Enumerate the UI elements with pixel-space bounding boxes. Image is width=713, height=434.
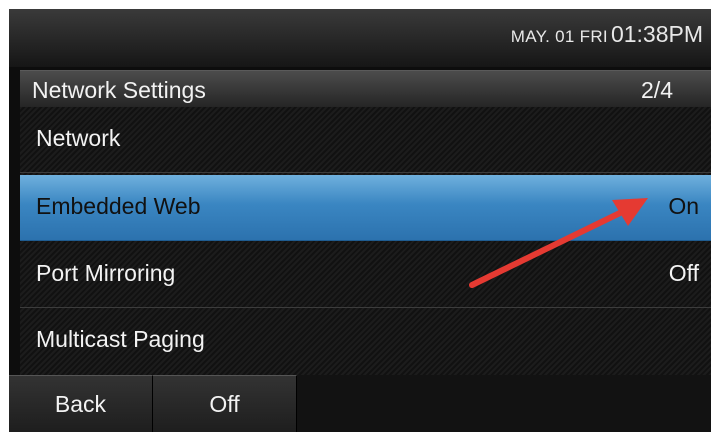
phone-screen: MAY. 01 FRI 01:38PM Network Settings 2/4 … — [9, 9, 711, 432]
title-bar: Network Settings 2/4 — [20, 70, 711, 108]
date-label: MAY. 01 FRI — [510, 27, 608, 46]
time-label: 01:38PM — [610, 21, 703, 47]
list-item-value: Off — [668, 260, 699, 286]
settings-list: Network Embedded Web On Port Mirroring O… — [20, 107, 711, 375]
list-item-label: Embedded Web — [36, 193, 201, 219]
status-bar: MAY. 01 FRI 01:38PM — [9, 9, 711, 67]
page-title: Network Settings — [32, 77, 206, 103]
page-indicator: 2/4 — [641, 77, 673, 103]
list-item-label: Network — [36, 125, 121, 151]
list-item-embedded-web[interactable]: Embedded Web On — [20, 175, 711, 241]
list-item-value: On — [668, 193, 699, 219]
back-button[interactable]: Back — [9, 375, 153, 432]
softkey-bar: Back Off — [9, 375, 711, 432]
list-item-label: Multicast Paging — [36, 326, 205, 352]
list-item-multicast-paging[interactable]: Multicast Paging — [20, 308, 711, 374]
list-item-network[interactable]: Network — [20, 107, 711, 173]
list-item-label: Port Mirroring — [36, 260, 176, 286]
off-button[interactable]: Off — [153, 375, 297, 432]
date-time: MAY. 01 FRI 01:38PM — [511, 21, 703, 48]
list-item-port-mirroring[interactable]: Port Mirroring Off — [20, 242, 711, 308]
